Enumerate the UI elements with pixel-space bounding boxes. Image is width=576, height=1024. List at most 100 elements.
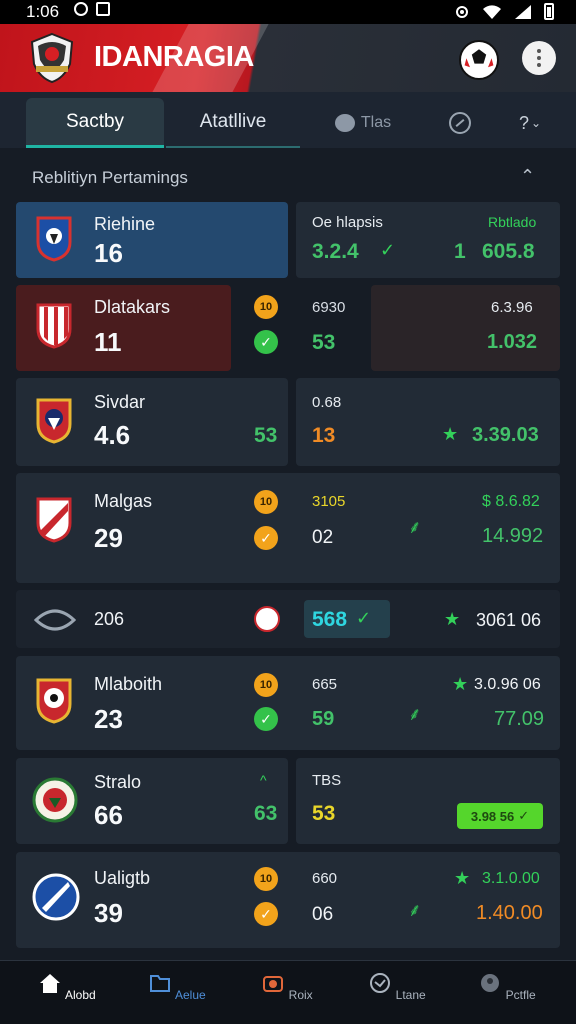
trend-icon: ⸙ [408,900,422,920]
coin-badge: 10 [254,867,278,891]
stat-value: 3.1.0.00 [482,870,540,887]
tab-atatllive[interactable]: Atatllive [166,98,300,148]
app-notification-icon [96,2,110,16]
stat-value: 665 [312,676,338,693]
nav-ltane[interactable]: Ltane [352,969,442,1002]
team-card[interactable]: Ualigtb 39 10 ✓ 660 06 ⸙ ★ 3.1.0.00 1.40… [16,852,560,948]
team-card[interactable]: Riehine 16 [16,202,288,278]
star-icon: ★ [442,424,459,444]
odds-pill-button[interactable]: 3.98 56 ✓ [457,803,543,829]
bottom-navigation: Alobd Aelue Roix Ltane Pctfle [0,960,576,1024]
coin-badge: 10 [254,490,278,514]
tab-bar: Sactby Atatllive Tlas ? ⌄ [0,92,576,148]
football-icon[interactable] [459,40,499,80]
stat-value: 59 [312,708,335,730]
team-name: 206 [94,609,125,629]
stats-card[interactable]: 0.68 13 ★ 3.39.03 [296,378,560,466]
status-time: 1:06 [26,2,60,21]
team-name: Stralo [94,772,142,792]
stat-rank: 1 [454,240,466,263]
stat-value: 14.992 [482,525,544,547]
standing-row: 206 568 ✓ ★ 3061 06 [16,590,560,648]
stat-label: 0.68 [312,394,342,411]
stat-value: 63 [254,802,278,825]
stat-value: 02 [312,527,334,548]
tab-label: Sactby [65,110,125,132]
team-score: 4.6 [94,420,131,450]
folder-icon [150,975,171,992]
more-options-button[interactable] [522,41,556,75]
stat-value: 568 [312,608,348,631]
home-icon [40,974,61,993]
coin-badge: 10 [254,673,278,697]
app-title: IDANRAGIA [94,41,254,73]
stat-value: 3.2.4 [312,240,359,263]
nav-label: Ltane [395,988,426,1002]
tab-stats[interactable] [440,98,480,148]
coin-badge: 10 [254,295,278,319]
chat-icon [334,114,355,132]
battery-icon [544,3,554,20]
star-icon: ★ [452,674,469,694]
standing-row: Malgas 29 10 ✓ 3105 02 ⸙ $ 8.6.82 14.992 [16,473,560,583]
standing-row: Riehine 16 Oe hlapsis Rbtlado 3.2.4 ✓ 1 … [16,202,560,278]
team-badge-icon [32,873,80,921]
tab-more[interactable]: ? ⌄ [510,98,550,148]
nav-home[interactable]: Alobd [22,969,112,1002]
check-icon: ✓ [518,808,530,823]
stat-value: 3.0.96 06 [474,676,541,693]
team-card[interactable]: Stralo 66 ^ 63 [16,758,288,844]
team-card[interactable]: Sivdar 4.6 53 [16,378,288,466]
stat-value: 6930 [312,299,346,316]
team-name: Riehine [94,214,156,234]
tab-sactby[interactable]: Sactby [26,98,164,148]
team-card[interactable]: 206 568 ✓ ★ 3061 06 [16,590,560,648]
trend-up-icon: ✓ [380,240,396,260]
standing-row: Mlaboith 23 10 ✓ 665 59 ⸙ ★ 3.0.96 06 77… [16,656,560,750]
status-right-icons [454,3,554,20]
team-card[interactable]: Mlaboith 23 10 ✓ 665 59 ⸙ ★ 3.0.96 06 77… [16,656,560,750]
stat-value: 3061 06 [476,610,542,630]
check-icon: ✓ [254,902,278,926]
trend-icon: ⸙ [408,517,422,537]
app-header: IDANRAGIA [0,24,576,92]
stats-card[interactable]: TBS 53 [296,758,560,844]
stat-value: 3105 [312,493,346,510]
notification-icon [74,2,88,16]
star-icon: ★ [444,609,461,629]
stats-card[interactable]: Oe hlapsis Rbtlado 3.2.4 ✓ 1 605.8 [296,202,560,278]
status-bar: 1:06 [0,0,576,24]
team-score: 23 [94,704,123,734]
section-title: Reblitiyn Pertamings [32,168,188,187]
nav-pctfle[interactable]: Pctfle [462,969,552,1002]
team-badge-icon [34,609,76,631]
team-name: Malgas [94,491,153,511]
nav-aelue[interactable]: Aelue [132,969,222,1002]
team-card[interactable]: Malgas 29 10 ✓ 3105 02 ⸙ $ 8.6.82 14.992 [16,473,560,583]
signal-icon [515,4,531,19]
standing-row: Dlatakars 11 10 ✓ 6930 53 6.3.96 1.032 [16,285,560,371]
tab-label: Tlas [360,114,392,131]
referee-icon [254,606,280,632]
tab-tlas[interactable]: Tlas [318,98,408,148]
pill-label: 3.98 56 [470,808,515,824]
stat-value: 53 [254,424,278,447]
team-name: Dlatakars [94,297,171,317]
team-score: 29 [94,523,123,553]
stat-caret: ^ [260,772,267,788]
settings-icon [456,5,468,18]
team-badge-icon [36,678,72,724]
chevron-up-icon[interactable]: ⌃ [520,166,535,187]
standing-row: Stralo 66 ^ 63 TBS 53 [16,758,560,844]
check-icon: ✓ [254,330,278,354]
team-card[interactable]: Dlatakars 11 [16,285,231,371]
stats-card[interactable]: 6.3.96 1.032 [371,285,560,371]
club-crest-icon[interactable] [24,30,80,86]
nav-label: Roix [288,988,313,1002]
team-badge-icon [32,777,78,823]
nav-roix[interactable]: Roix [242,969,332,1002]
stat-value: 3.39.03 [472,424,539,446]
clock-icon [370,973,391,993]
team-badge-icon [36,303,72,349]
dot-icon [537,49,541,53]
